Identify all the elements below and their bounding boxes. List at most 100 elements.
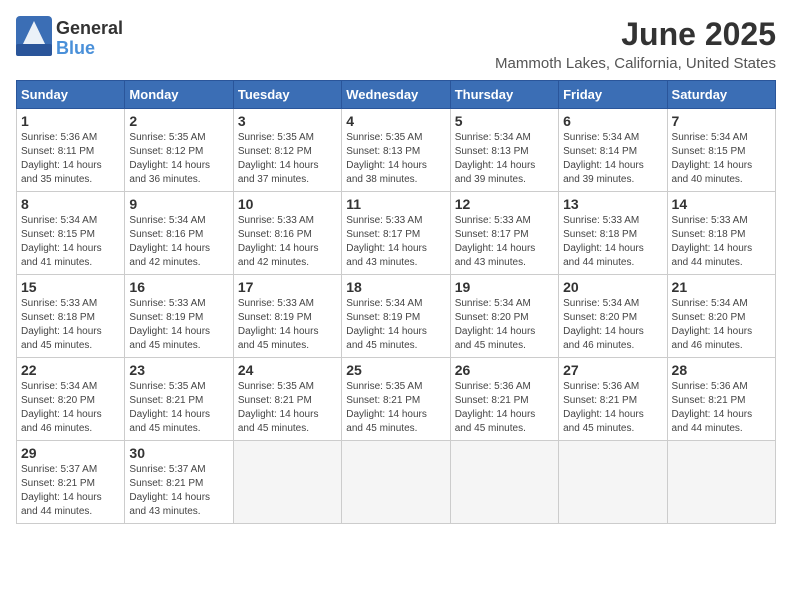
day-number: 7 (672, 113, 771, 129)
day-number: 9 (129, 196, 228, 212)
table-row: 24 Sunrise: 5:35 AM Sunset: 8:21 PM Dayli… (233, 358, 341, 441)
day-info: Sunrise: 5:36 AM Sunset: 8:21 PM Dayligh… (455, 380, 554, 436)
day-number: 28 (672, 362, 771, 378)
table-row: 11 Sunrise: 5:33 AM Sunset: 8:17 PM Dayli… (342, 192, 450, 275)
day-info: Sunrise: 5:35 AM Sunset: 8:21 PM Dayligh… (238, 380, 337, 436)
table-row: 1Sunrise: 5:36 AM Sunset: 8:11 PM Daylig… (17, 109, 125, 192)
day-number: 20 (563, 279, 662, 295)
table-row: 10 Sunrise: 5:33 AM Sunset: 8:16 PM Dayli… (233, 192, 341, 275)
day-number: 2 (129, 113, 228, 129)
table-row: 29 Sunrise: 5:37 AM Sunset: 8:21 PM Dayli… (17, 441, 125, 524)
table-row: 2 Sunrise: 5:35 AM Sunset: 8:12 PM Daylig… (125, 109, 233, 192)
day-info: Sunrise: 5:36 AM Sunset: 8:21 PM Dayligh… (563, 380, 662, 436)
table-row: 22Sunrise: 5:34 AM Sunset: 8:20 PM Dayli… (17, 358, 125, 441)
table-row: 6 Sunrise: 5:34 AM Sunset: 8:14 PM Daylig… (559, 109, 667, 192)
day-number: 24 (238, 362, 337, 378)
day-info: Sunrise: 5:33 AM Sunset: 8:19 PM Dayligh… (238, 297, 337, 353)
col-thursday: Thursday (450, 81, 558, 109)
calendar-week-4: 22Sunrise: 5:34 AM Sunset: 8:20 PM Dayli… (17, 358, 776, 441)
day-number: 12 (455, 196, 554, 212)
day-number: 26 (455, 362, 554, 378)
table-row: 23 Sunrise: 5:35 AM Sunset: 8:21 PM Dayli… (125, 358, 233, 441)
day-number: 4 (346, 113, 445, 129)
table-row (233, 441, 341, 524)
table-row (450, 441, 558, 524)
table-row: 8Sunrise: 5:34 AM Sunset: 8:15 PM Daylig… (17, 192, 125, 275)
table-row: 7 Sunrise: 5:34 AM Sunset: 8:15 PM Daylig… (667, 109, 775, 192)
table-row (559, 441, 667, 524)
calendar-week-2: 8Sunrise: 5:34 AM Sunset: 8:15 PM Daylig… (17, 192, 776, 275)
logo-mark (16, 16, 52, 61)
table-row: 3 Sunrise: 5:35 AM Sunset: 8:12 PM Daylig… (233, 109, 341, 192)
day-info: Sunrise: 5:34 AM Sunset: 8:13 PM Dayligh… (455, 131, 554, 187)
table-row (342, 441, 450, 524)
table-row: 9 Sunrise: 5:34 AM Sunset: 8:16 PM Daylig… (125, 192, 233, 275)
table-row: 20Sunrise: 5:34 AM Sunset: 8:20 PM Dayli… (559, 275, 667, 358)
day-number: 14 (672, 196, 771, 212)
day-number: 5 (455, 113, 554, 129)
table-row (667, 441, 775, 524)
day-info: Sunrise: 5:33 AM Sunset: 8:17 PM Dayligh… (455, 214, 554, 270)
day-info: Sunrise: 5:37 AM Sunset: 8:21 PM Dayligh… (129, 463, 228, 519)
day-info: Sunrise: 5:34 AM Sunset: 8:20 PM Dayligh… (455, 297, 554, 353)
day-number: 22 (21, 362, 120, 378)
table-row: 16Sunrise: 5:33 AM Sunset: 8:19 PM Dayli… (125, 275, 233, 358)
col-friday: Friday (559, 81, 667, 109)
day-info: Sunrise: 5:35 AM Sunset: 8:21 PM Dayligh… (346, 380, 445, 436)
table-row: 4 Sunrise: 5:35 AM Sunset: 8:13 PM Daylig… (342, 109, 450, 192)
logo-text: General Blue (56, 19, 123, 59)
table-row: 26 Sunrise: 5:36 AM Sunset: 8:21 PM Dayli… (450, 358, 558, 441)
col-tuesday: Tuesday (233, 81, 341, 109)
day-info: Sunrise: 5:33 AM Sunset: 8:17 PM Dayligh… (346, 214, 445, 270)
day-info: Sunrise: 5:36 AM Sunset: 8:11 PM Dayligh… (21, 131, 120, 187)
day-number: 19 (455, 279, 554, 295)
title-area: June 2025 Mammoth Lakes, California, Uni… (495, 16, 776, 72)
month-title: June 2025 (495, 16, 776, 53)
day-number: 29 (21, 445, 120, 461)
table-row: 5 Sunrise: 5:34 AM Sunset: 8:13 PM Daylig… (450, 109, 558, 192)
location-subtitle: Mammoth Lakes, California, United States (495, 55, 776, 72)
col-monday: Monday (125, 81, 233, 109)
calendar-week-1: 1Sunrise: 5:36 AM Sunset: 8:11 PM Daylig… (17, 109, 776, 192)
table-row: 19 Sunrise: 5:34 AM Sunset: 8:20 PM Dayli… (450, 275, 558, 358)
calendar-week-5: 29 Sunrise: 5:37 AM Sunset: 8:21 PM Dayli… (17, 441, 776, 524)
day-number: 23 (129, 362, 228, 378)
table-row: 27Sunrise: 5:36 AM Sunset: 8:21 PM Dayli… (559, 358, 667, 441)
day-info: Sunrise: 5:34 AM Sunset: 8:15 PM Dayligh… (672, 131, 771, 187)
table-row: 12 Sunrise: 5:33 AM Sunset: 8:17 PM Dayli… (450, 192, 558, 275)
table-row: 30Sunrise: 5:37 AM Sunset: 8:21 PM Dayli… (125, 441, 233, 524)
day-info: Sunrise: 5:35 AM Sunset: 8:12 PM Dayligh… (129, 131, 228, 187)
day-number: 13 (563, 196, 662, 212)
header: General Blue June 2025 Mammoth Lakes, Ca… (16, 16, 776, 72)
day-number: 16 (129, 279, 228, 295)
table-row: 17 Sunrise: 5:33 AM Sunset: 8:19 PM Dayli… (233, 275, 341, 358)
table-row: 15Sunrise: 5:33 AM Sunset: 8:18 PM Dayli… (17, 275, 125, 358)
page-container: General Blue June 2025 Mammoth Lakes, Ca… (16, 16, 776, 524)
day-info: Sunrise: 5:33 AM Sunset: 8:16 PM Dayligh… (238, 214, 337, 270)
day-info: Sunrise: 5:35 AM Sunset: 8:13 PM Dayligh… (346, 131, 445, 187)
day-info: Sunrise: 5:35 AM Sunset: 8:12 PM Dayligh… (238, 131, 337, 187)
day-info: Sunrise: 5:34 AM Sunset: 8:19 PM Dayligh… (346, 297, 445, 353)
calendar-week-3: 15Sunrise: 5:33 AM Sunset: 8:18 PM Dayli… (17, 275, 776, 358)
day-info: Sunrise: 5:34 AM Sunset: 8:14 PM Dayligh… (563, 131, 662, 187)
calendar-table: Sunday Monday Tuesday Wednesday Thursday… (16, 80, 776, 524)
table-row: 21Sunrise: 5:34 AM Sunset: 8:20 PM Dayli… (667, 275, 775, 358)
day-info: Sunrise: 5:33 AM Sunset: 8:18 PM Dayligh… (21, 297, 120, 353)
logo-blue: Blue (56, 39, 123, 59)
day-info: Sunrise: 5:35 AM Sunset: 8:21 PM Dayligh… (129, 380, 228, 436)
day-number: 3 (238, 113, 337, 129)
day-number: 21 (672, 279, 771, 295)
table-row: 13Sunrise: 5:33 AM Sunset: 8:18 PM Dayli… (559, 192, 667, 275)
day-info: Sunrise: 5:34 AM Sunset: 8:16 PM Dayligh… (129, 214, 228, 270)
table-row: 28 Sunrise: 5:36 AM Sunset: 8:21 PM Dayli… (667, 358, 775, 441)
col-wednesday: Wednesday (342, 81, 450, 109)
day-number: 11 (346, 196, 445, 212)
day-info: Sunrise: 5:36 AM Sunset: 8:21 PM Dayligh… (672, 380, 771, 436)
table-row: 14Sunrise: 5:33 AM Sunset: 8:18 PM Dayli… (667, 192, 775, 275)
day-number: 6 (563, 113, 662, 129)
day-number: 18 (346, 279, 445, 295)
day-number: 10 (238, 196, 337, 212)
day-number: 17 (238, 279, 337, 295)
day-info: Sunrise: 5:37 AM Sunset: 8:21 PM Dayligh… (21, 463, 120, 519)
day-number: 25 (346, 362, 445, 378)
